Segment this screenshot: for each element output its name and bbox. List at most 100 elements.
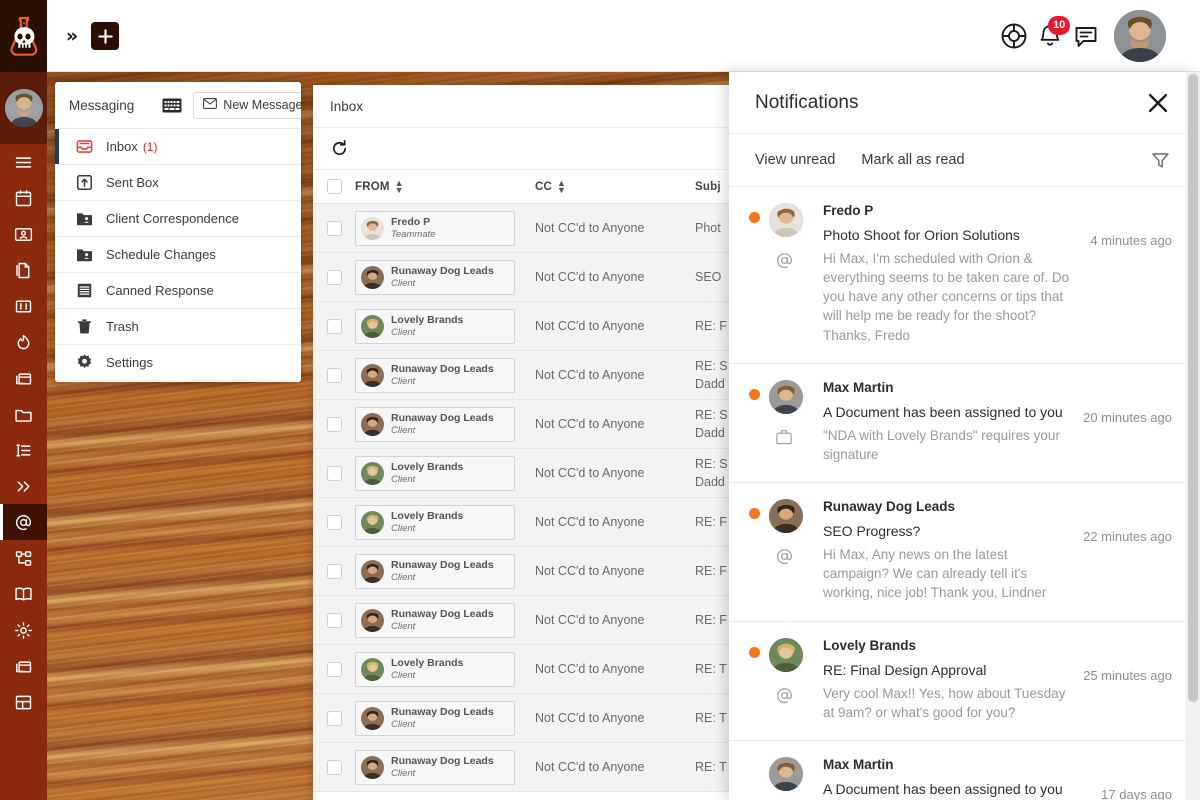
rail-item-org-chart[interactable] bbox=[0, 540, 47, 576]
table-row[interactable]: Lovely Brands Client Not CC'd to Anyone … bbox=[313, 645, 733, 694]
table-row[interactable]: Runaway Dog Leads Client Not CC'd to Any… bbox=[313, 400, 733, 449]
sender-chip[interactable]: Runaway Dog Leads Client bbox=[355, 602, 515, 638]
table-row[interactable]: Lovely Brands Client Not CC'd to Anyone … bbox=[313, 449, 733, 498]
folder-item-inbox[interactable]: Inbox (1) bbox=[55, 129, 301, 165]
chat-bubble-icon[interactable] bbox=[1072, 22, 1100, 50]
filter-funnel-icon[interactable] bbox=[1151, 151, 1170, 170]
rail-item-board[interactable] bbox=[0, 288, 47, 324]
cell-from: Runaway Dog Leads Client bbox=[355, 406, 535, 442]
rail-item-messaging[interactable] bbox=[0, 504, 47, 540]
avatar bbox=[361, 216, 384, 240]
new-message-button[interactable]: New Message bbox=[193, 91, 301, 119]
sender-chip[interactable]: Runaway Dog Leads Client bbox=[355, 700, 515, 736]
row-checkbox[interactable] bbox=[326, 318, 342, 334]
sender-chip[interactable]: Runaway Dog Leads Client bbox=[355, 406, 515, 442]
sender-name: Runaway Dog Leads bbox=[391, 411, 494, 424]
row-checkbox[interactable] bbox=[326, 367, 342, 383]
notification-meta bbox=[769, 637, 823, 722]
column-header-subject[interactable]: Subj bbox=[695, 181, 733, 193]
rail-item-workspaces[interactable] bbox=[0, 648, 47, 684]
view-unread-button[interactable]: View unread bbox=[755, 152, 835, 168]
row-checkbox[interactable] bbox=[326, 710, 342, 726]
close-icon[interactable] bbox=[1146, 91, 1170, 115]
table-row[interactable]: Runaway Dog Leads Client Not CC'd to Any… bbox=[313, 694, 733, 743]
folder-item-label: Client Correspondence bbox=[106, 211, 239, 226]
rail-item-documents[interactable] bbox=[0, 252, 47, 288]
column-header-from[interactable]: FROM ▲ ▼ bbox=[355, 178, 535, 195]
folder-item-sent-box[interactable]: Sent Box bbox=[55, 165, 301, 201]
row-checkbox[interactable] bbox=[326, 514, 342, 530]
keyboard-icon[interactable] bbox=[162, 98, 182, 113]
folder-item-settings[interactable]: Settings bbox=[55, 345, 301, 381]
notification-item[interactable]: Fredo P Photo Shoot for Orion Solutions … bbox=[729, 187, 1192, 364]
rail-item-menu[interactable] bbox=[0, 144, 47, 180]
sender-chip[interactable]: Runaway Dog Leads Client bbox=[355, 259, 515, 295]
row-checkbox[interactable] bbox=[326, 465, 342, 481]
table-row[interactable]: Runaway Dog Leads Client Not CC'd to Any… bbox=[313, 253, 733, 302]
notification-item[interactable]: Lovely Brands RE: Final Design Approval … bbox=[729, 622, 1192, 741]
sender-chip[interactable]: Runaway Dog Leads Client bbox=[355, 749, 515, 785]
folder-item-client-correspondence[interactable]: Client Correspondence bbox=[55, 201, 301, 237]
page-scrollbar-thumb[interactable] bbox=[1188, 74, 1198, 702]
rail-item-calendar[interactable] bbox=[0, 180, 47, 216]
table-row[interactable]: Lovely Brands Client Not CC'd to Anyone … bbox=[313, 498, 733, 547]
rail-item-windows[interactable] bbox=[0, 360, 47, 396]
page-scrollbar[interactable] bbox=[1186, 72, 1200, 800]
rail-item-contacts[interactable] bbox=[0, 216, 47, 252]
lifebuoy-icon[interactable] bbox=[1000, 22, 1028, 50]
table-row[interactable]: Fredo P Teammate Not CC'd to Anyone Phot bbox=[313, 204, 733, 253]
cell-from: Lovely Brands Client bbox=[355, 455, 535, 491]
sender-chip[interactable]: Runaway Dog Leads Client bbox=[355, 357, 515, 393]
table-row[interactable]: Lovely Brands Client Not CC'd to Anyone … bbox=[313, 302, 733, 351]
row-checkbox[interactable] bbox=[326, 269, 342, 285]
sender-chip[interactable]: Runaway Dog Leads Client bbox=[355, 553, 515, 589]
row-checkbox[interactable] bbox=[326, 612, 342, 628]
folder-item-canned-response[interactable]: Canned Response bbox=[55, 273, 301, 309]
sender-chip[interactable]: Lovely Brands Client bbox=[355, 504, 515, 540]
column-header-cc[interactable]: CC ▲ ▼ bbox=[535, 178, 695, 195]
cell-from: Runaway Dog Leads Client bbox=[355, 259, 535, 295]
rail-item-settings[interactable] bbox=[0, 612, 47, 648]
table-row[interactable]: Runaway Dog Leads Client Not CC'd to Any… bbox=[313, 351, 733, 400]
refresh-icon[interactable] bbox=[331, 140, 348, 157]
table-row[interactable]: Runaway Dog Leads Client Not CC'd to Any… bbox=[313, 547, 733, 596]
rail-avatar-container[interactable] bbox=[0, 72, 47, 144]
row-checkbox[interactable] bbox=[326, 416, 342, 432]
sender-chip[interactable]: Lovely Brands Client bbox=[355, 651, 515, 687]
expand-sidebar-button[interactable]: » bbox=[60, 24, 84, 48]
rail-item-more[interactable] bbox=[0, 468, 47, 504]
sender-name: Runaway Dog Leads bbox=[391, 558, 494, 571]
skull-flask-logo[interactable] bbox=[0, 0, 47, 72]
notification-body: Lovely Brands RE: Final Design Approval … bbox=[823, 638, 1172, 722]
sender-chip[interactable]: Fredo P Teammate bbox=[355, 210, 515, 246]
row-checkbox[interactable] bbox=[326, 759, 342, 775]
folder-item-trash[interactable]: Trash bbox=[55, 309, 301, 345]
notification-item[interactable]: Max Martin A Document has been assigned … bbox=[729, 364, 1192, 484]
rail-item-knowledge-base[interactable] bbox=[0, 576, 47, 612]
rail-item-hot-items[interactable] bbox=[0, 324, 47, 360]
folder-item-schedule-changes[interactable]: Schedule Changes bbox=[55, 237, 301, 273]
table-row[interactable]: Runaway Dog Leads Client Not CC'd to Any… bbox=[313, 743, 733, 792]
add-button[interactable] bbox=[91, 22, 119, 50]
notification-item[interactable]: Max Martin A Document has been assigned … bbox=[729, 741, 1192, 800]
sender-chip[interactable]: Lovely Brands Client bbox=[355, 308, 515, 344]
sender-name: Runaway Dog Leads bbox=[391, 705, 494, 718]
rail-item-dashboard[interactable] bbox=[0, 684, 47, 720]
cell-from: Lovely Brands Client bbox=[355, 308, 535, 344]
row-checkbox[interactable] bbox=[326, 220, 342, 236]
notification-item[interactable]: Runaway Dog Leads SEO Progress? Hi Max, … bbox=[729, 483, 1192, 622]
user-avatar[interactable] bbox=[1114, 10, 1166, 62]
cc-value: Not CC'd to Anyone bbox=[535, 613, 645, 627]
row-checkbox[interactable] bbox=[326, 563, 342, 579]
cell-subject: RE: T bbox=[695, 758, 733, 776]
cell-cc: Not CC'd to Anyone bbox=[535, 662, 695, 676]
row-checkbox[interactable] bbox=[326, 661, 342, 677]
sender-chip[interactable]: Lovely Brands Client bbox=[355, 455, 515, 491]
rail-item-notes[interactable] bbox=[0, 432, 47, 468]
mark-all-as-read-button[interactable]: Mark all as read bbox=[861, 152, 964, 168]
select-all-checkbox[interactable] bbox=[326, 179, 342, 194]
row-select-cell bbox=[313, 269, 355, 285]
subject-value: RE: F bbox=[695, 318, 727, 333]
rail-item-files[interactable] bbox=[0, 396, 47, 432]
table-row[interactable]: Runaway Dog Leads Client Not CC'd to Any… bbox=[313, 596, 733, 645]
